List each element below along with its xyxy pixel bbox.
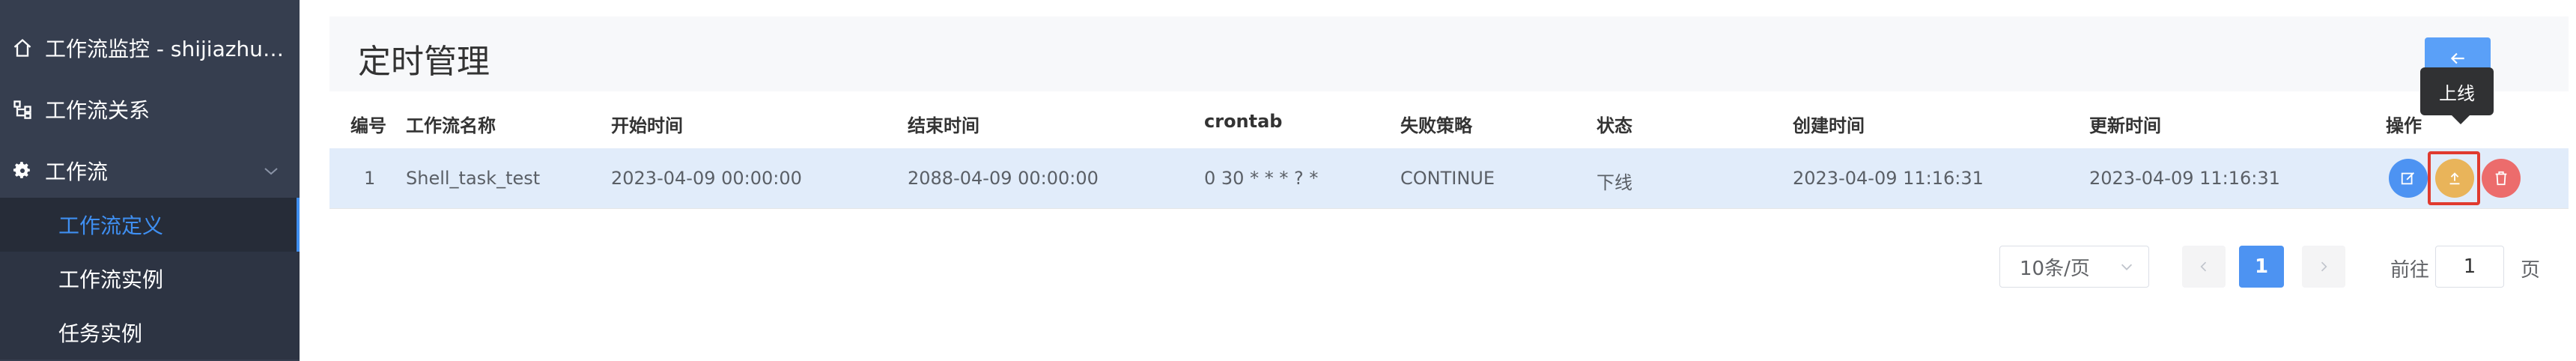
relation-icon xyxy=(0,99,45,120)
sidebar-item-task-instance[interactable]: 任务实例 xyxy=(0,306,300,360)
column-header: 创建时间 xyxy=(1793,115,1865,136)
cell-updated-time: 2023-04-09 11:16:31 xyxy=(2089,168,2280,189)
column-header: crontab xyxy=(1204,111,1283,132)
column-header: 失败策略 xyxy=(1400,115,1472,136)
annotation-highlight-box xyxy=(2428,151,2480,205)
column-header: 工作流名称 xyxy=(406,115,496,136)
column-header: 编号 xyxy=(350,115,386,136)
cell-failure-strategy: CONTINUE xyxy=(1400,168,1495,189)
trash-icon xyxy=(2495,171,2507,186)
prev-page-button[interactable] xyxy=(2182,246,2226,288)
cell-crontab: 0 30 * * * ? * xyxy=(1204,168,1319,189)
sidebar-item-label: 工作流关系 xyxy=(45,98,151,123)
page-number[interactable]: 1 xyxy=(2239,246,2284,288)
main-panel: 定时管理 编号 工作流名称 开始时间 结束时间 crontab 失败策略 状态 … xyxy=(329,16,2569,361)
sidebar: 工作流监控 - shijiazhuan… 工作流关系 工作流 工作流定义 工作流… xyxy=(0,0,300,361)
cell-name: Shell_task_test xyxy=(406,168,541,189)
page-size-value: 10条/页 xyxy=(2020,257,2090,280)
cell-id: 1 xyxy=(364,168,376,189)
table-header: 编号 工作流名称 开始时间 结束时间 crontab 失败策略 状态 创建时间 … xyxy=(329,91,2569,148)
column-header: 操作 xyxy=(2386,115,2422,136)
panel-header: 定时管理 xyxy=(329,16,2569,91)
column-header: 开始时间 xyxy=(611,115,683,136)
cell-created-time: 2023-04-09 11:16:31 xyxy=(1793,168,1984,189)
column-header: 结束时间 xyxy=(908,115,979,136)
home-icon xyxy=(0,37,45,58)
pagination: 10条/页 1 前往 1 页 xyxy=(329,246,2569,291)
chevron-left-icon xyxy=(2200,261,2207,272)
cell-status: 下线 xyxy=(1597,172,1632,193)
sidebar-item-workflow-definition[interactable]: 工作流定义 xyxy=(0,198,300,252)
sidebar-item-workflow-instance[interactable]: 工作流实例 xyxy=(0,252,300,306)
sidebar-item-label: 工作流 xyxy=(45,160,109,184)
sidebar-item-workflow-monitor[interactable]: 工作流监控 - shijiazhuan… xyxy=(0,21,300,75)
chevron-right-icon xyxy=(2321,261,2327,272)
cell-start-time: 2023-04-09 00:00:00 xyxy=(611,168,802,189)
column-header: 更新时间 xyxy=(2089,115,2161,136)
page-title: 定时管理 xyxy=(358,43,490,81)
next-page-button[interactable] xyxy=(2302,246,2345,288)
chevron-down-icon xyxy=(2121,264,2133,270)
column-header: 状态 xyxy=(1597,115,1632,136)
edit-icon xyxy=(2401,172,2414,185)
page-size-select[interactable]: 10条/页 xyxy=(1999,246,2149,288)
tooltip: 上线 xyxy=(2420,67,2494,124)
cell-end-time: 2088-04-09 00:00:00 xyxy=(908,168,1099,189)
goto-page-input[interactable]: 1 xyxy=(2435,246,2504,288)
sidebar-item-label: 工作流监控 - shijiazhuan… xyxy=(45,37,292,61)
edit-button[interactable] xyxy=(2389,159,2428,198)
table-row: 1 Shell_task_test 2023-04-09 00:00:00 20… xyxy=(329,67,2569,209)
arrow-left-icon xyxy=(2450,52,2464,64)
goto-label: 前往 xyxy=(2390,259,2430,282)
sidebar-item-workflow[interactable]: 工作流 xyxy=(0,144,300,198)
delete-button[interactable] xyxy=(2482,159,2521,198)
sidebar-item-workflow-relation[interactable]: 工作流关系 xyxy=(0,82,300,136)
chevron-up-icon[interactable] xyxy=(262,162,280,180)
gear-icon xyxy=(0,160,45,181)
goto-suffix: 页 xyxy=(2521,259,2541,282)
